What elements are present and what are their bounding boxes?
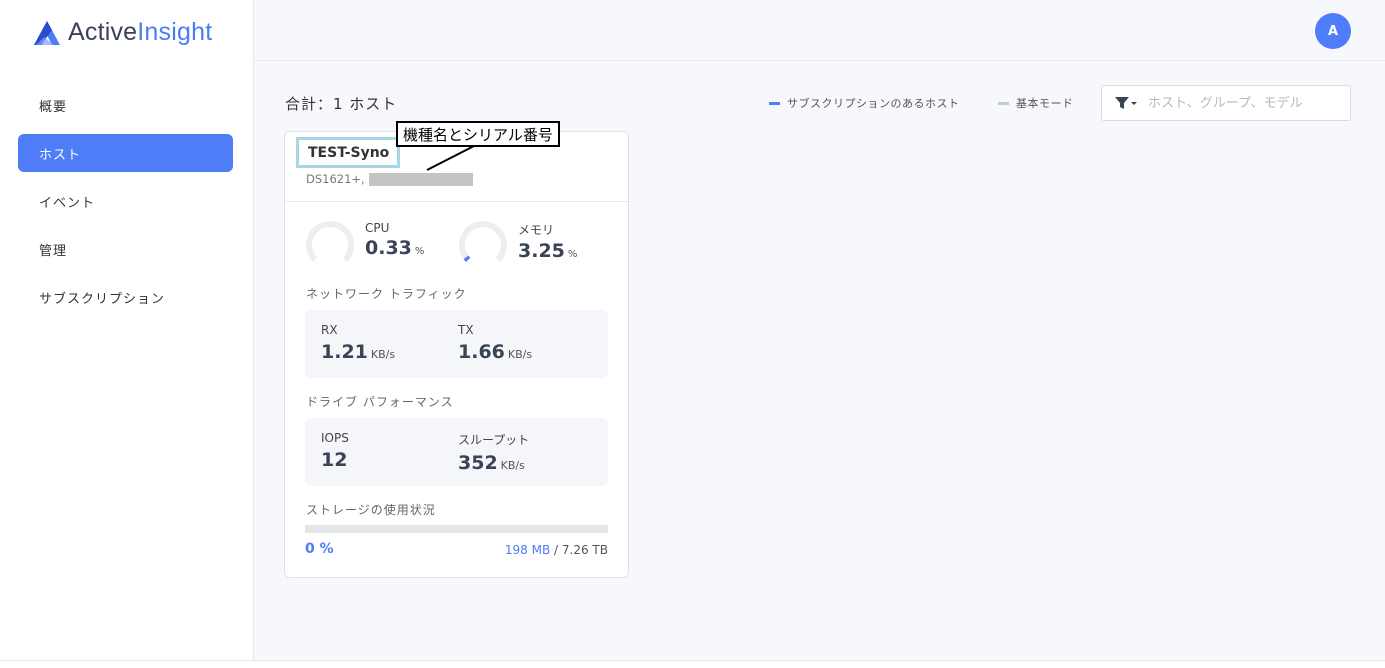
network-traffic-title: ネットワーク トラフィック xyxy=(306,287,467,301)
sidebar-item-label: ホスト xyxy=(39,147,82,163)
sidebar-item-events[interactable]: イベント xyxy=(18,182,233,220)
cpu-gauge xyxy=(306,221,354,262)
tx-value: 1.66 KB/s xyxy=(458,341,532,363)
throughput-value: 352 KB/s xyxy=(458,452,529,474)
annotation-callout: 機種名とシリアル番号 xyxy=(396,121,560,147)
storage-total: 7.26 TB xyxy=(561,543,608,557)
search-input[interactable] xyxy=(1148,95,1328,111)
tx-value-number: 1.66 xyxy=(458,341,505,363)
legend-swatch xyxy=(769,101,780,105)
memory-metric: メモリ 3.25% xyxy=(458,220,577,270)
throughput-stat: スループット 352 KB/s xyxy=(458,431,529,474)
storage-separator: / xyxy=(550,543,562,557)
user-avatar[interactable]: A xyxy=(1315,13,1351,49)
sidebar-item-hosts[interactable]: ホスト xyxy=(18,134,233,172)
throughput-unit: KB/s xyxy=(500,459,525,472)
sidebar-item-label: サブスクリプション xyxy=(39,291,166,307)
drive-performance-title: ドライブ パフォーマンス xyxy=(306,395,454,409)
sidebar-item-label: 管理 xyxy=(39,243,68,259)
cpu-metric: CPU 0.33% xyxy=(305,220,424,270)
legend-swatch xyxy=(998,101,1009,105)
tx-stat: TX 1.66 KB/s xyxy=(458,323,532,363)
storage-used: 198 MB xyxy=(504,543,551,557)
storage-usage-title: ストレージの使用状況 xyxy=(306,503,436,517)
rx-label: RX xyxy=(321,323,338,337)
memory-unit: % xyxy=(567,249,578,260)
brand-name: ActiveInsight xyxy=(68,18,213,46)
host-name[interactable]: TEST-Syno xyxy=(296,137,401,168)
throughput-label: スループット xyxy=(458,433,530,447)
legend-label: 基本モード xyxy=(1016,97,1074,110)
host-model-serial: DS1621+, xyxy=(306,172,473,186)
rx-stat: RX 1.21 KB/s xyxy=(321,323,395,363)
memory-value-number: 3.25 xyxy=(518,240,565,262)
tx-unit: KB/s xyxy=(507,348,533,361)
iops-label: IOPS xyxy=(321,431,349,445)
sidebar: ActiveInsight 概要 ホスト イベント 管理 サブスクリプション xyxy=(0,0,254,660)
network-traffic-panel: RX 1.21 KB/s TX 1.66 KB/s xyxy=(305,310,608,378)
bottom-edge xyxy=(0,660,1385,668)
memory-gauge xyxy=(459,221,507,262)
memory-value: 3.25% xyxy=(518,240,577,262)
cpu-value: 0.33% xyxy=(365,237,424,259)
host-model: DS1621+, xyxy=(306,172,365,186)
drive-performance-panel: IOPS 12 スループット 352 KB/s xyxy=(305,418,608,486)
memory-label: メモリ xyxy=(518,223,555,237)
host-card[interactable]: TEST-Syno DS1621+, CPU 0.33% メモリ 3.25% ネ… xyxy=(284,131,629,578)
rx-unit: KB/s xyxy=(370,348,396,361)
storage-usage-amount: 198 MB / 7.26 TB xyxy=(505,543,608,557)
legend-subscribed-hosts: サブスクリプションのあるホスト xyxy=(769,95,960,111)
activeinsight-logo-icon xyxy=(34,20,60,45)
host-total-count: 合計：1 ホスト xyxy=(285,95,398,113)
cpu-unit: % xyxy=(414,246,425,257)
storage-usage-percent: 0 % xyxy=(305,541,334,557)
sidebar-nav: 概要 ホスト イベント 管理 サブスクリプション xyxy=(18,86,233,326)
tx-label: TX xyxy=(458,323,474,337)
host-search-box[interactable] xyxy=(1101,85,1351,121)
filter-icon[interactable] xyxy=(1114,96,1138,110)
cpu-text: CPU 0.33% xyxy=(365,221,424,270)
sidebar-item-overview[interactable]: 概要 xyxy=(18,86,233,124)
legend-label: サブスクリプションのあるホスト xyxy=(787,97,960,110)
brand-logo[interactable]: ActiveInsight xyxy=(32,18,212,47)
top-bar: A xyxy=(254,0,1385,61)
sidebar-item-label: イベント xyxy=(39,195,96,211)
cpu-value-number: 0.33 xyxy=(365,237,412,259)
sidebar-item-label: 概要 xyxy=(39,99,68,115)
iops-value-number: 12 xyxy=(321,449,348,471)
serial-redacted xyxy=(368,172,473,186)
iops-value: 12 xyxy=(321,449,349,471)
sidebar-item-management[interactable]: 管理 xyxy=(18,230,233,268)
memory-text: メモリ 3.25% xyxy=(518,221,577,270)
rx-value: 1.21 KB/s xyxy=(321,341,395,363)
legend-basic-mode: 基本モード xyxy=(998,95,1074,111)
rx-value-number: 1.21 xyxy=(321,341,368,363)
cpu-label: CPU xyxy=(365,221,390,235)
sidebar-item-subscription[interactable]: サブスクリプション xyxy=(18,278,233,316)
storage-usage-bar xyxy=(305,525,608,533)
throughput-value-number: 352 xyxy=(458,452,498,474)
iops-stat: IOPS 12 xyxy=(321,431,349,471)
